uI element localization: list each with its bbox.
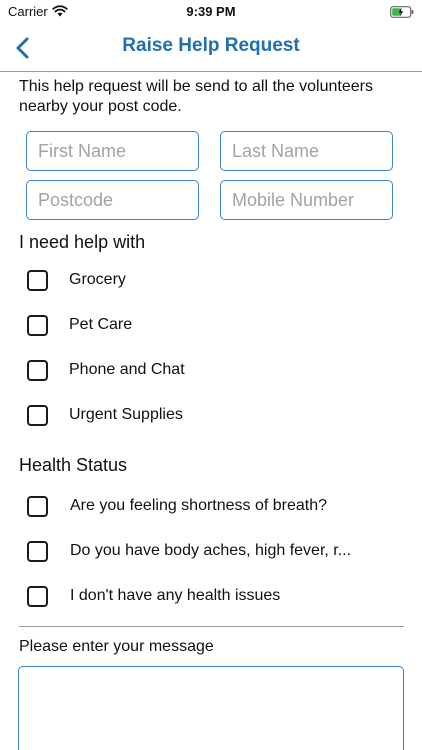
help-option-pet-care[interactable]: Pet Care bbox=[27, 314, 397, 338]
checkbox-label: Do you have body aches, high fever, r... bbox=[70, 542, 352, 559]
checkbox[interactable] bbox=[27, 405, 48, 426]
checkbox-label: Urgent Supplies bbox=[69, 406, 183, 423]
health-option-shortness-of-breath[interactable]: Are you feeling shortness of breath? bbox=[27, 495, 397, 519]
checkbox-label: Pet Care bbox=[69, 316, 133, 333]
help-option-grocery[interactable]: Grocery bbox=[27, 269, 397, 293]
checkbox[interactable] bbox=[27, 496, 48, 517]
intro-text: This help request will be send to all th… bbox=[19, 78, 373, 115]
navigation-bar: Raise Help Request bbox=[0, 24, 422, 72]
help-section-heading: I need help with bbox=[19, 232, 146, 252]
message-input[interactable] bbox=[18, 666, 404, 750]
checkbox[interactable] bbox=[27, 360, 48, 381]
status-bar: Carrier 9:39 PM bbox=[0, 0, 422, 24]
checkbox[interactable] bbox=[27, 315, 48, 336]
message-label: Please enter your message bbox=[19, 638, 214, 655]
checkbox-label: I don't have any health issues bbox=[70, 587, 281, 604]
checkbox[interactable] bbox=[27, 541, 48, 562]
checkbox-label: Grocery bbox=[69, 271, 126, 288]
checkbox-label: Are you feeling shortness of breath? bbox=[70, 497, 328, 514]
divider bbox=[19, 626, 404, 627]
first-name-field[interactable] bbox=[26, 131, 199, 171]
checkbox[interactable] bbox=[27, 270, 48, 291]
last-name-field[interactable] bbox=[220, 131, 393, 171]
health-section-heading: Health Status bbox=[19, 455, 128, 475]
postcode-field[interactable] bbox=[26, 180, 199, 220]
health-option-body-aches[interactable]: Do you have body aches, high fever, r... bbox=[27, 540, 397, 564]
checkbox[interactable] bbox=[27, 586, 48, 607]
battery-charging-icon bbox=[390, 5, 414, 23]
health-option-no-issues[interactable]: I don't have any health issues bbox=[27, 585, 397, 609]
status-time: 9:39 PM bbox=[186, 4, 236, 19]
mobile-number-field[interactable] bbox=[220, 180, 393, 220]
help-option-phone-chat[interactable]: Phone and Chat bbox=[27, 359, 397, 383]
checkbox-label: Phone and Chat bbox=[69, 361, 185, 378]
page-title: Raise Help Request bbox=[122, 35, 300, 56]
help-option-urgent-supplies[interactable]: Urgent Supplies bbox=[27, 404, 397, 428]
